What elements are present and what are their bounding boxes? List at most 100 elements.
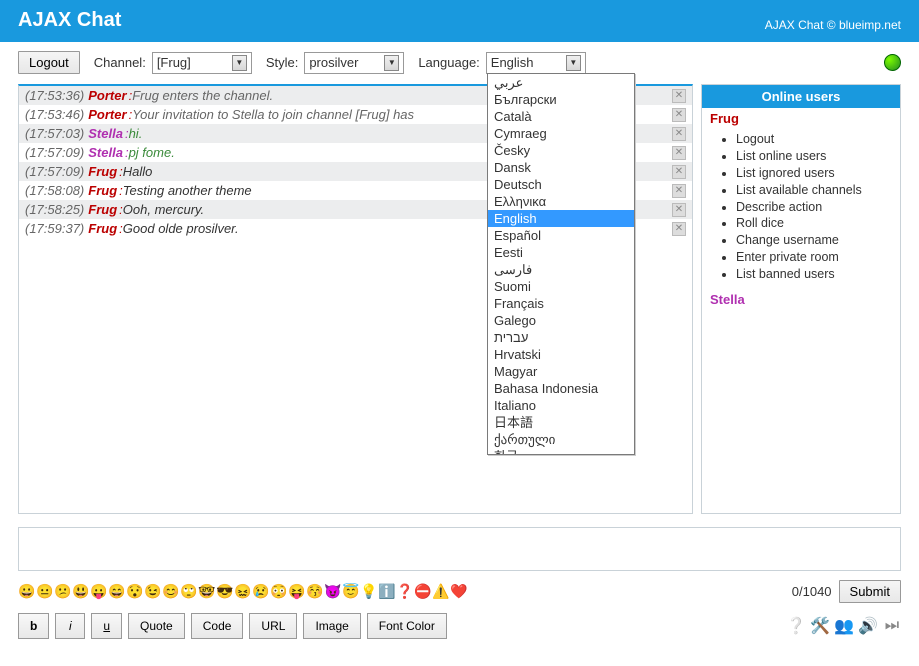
emoji-tongue-icon[interactable]: 😛 — [90, 583, 107, 600]
language-option[interactable]: ქართული — [488, 431, 634, 448]
language-select[interactable]: English▼ — [486, 52, 586, 74]
language-option[interactable]: فارسی — [488, 261, 634, 278]
user-menu-item[interactable]: List banned users — [736, 266, 900, 283]
message-user[interactable]: Porter — [88, 107, 126, 122]
emoji-warning-icon[interactable]: ⚠️ — [432, 583, 449, 600]
message-user[interactable]: Frug — [88, 183, 117, 198]
help-icon[interactable]: ❔ — [787, 617, 805, 635]
emoji-sad-icon[interactable]: 😕 — [54, 583, 71, 600]
emoji-surprised-icon[interactable]: 😯 — [126, 583, 143, 600]
emoji-bulb-icon[interactable]: 💡 — [360, 583, 377, 600]
message-input[interactable] — [19, 528, 900, 570]
emoji-wink-icon[interactable]: 😉 — [144, 583, 161, 600]
emoji-devil-icon[interactable]: 😈 — [324, 583, 341, 600]
user-menu-item[interactable]: List ignored users — [736, 165, 900, 182]
users-icon[interactable]: 👥 — [835, 617, 853, 635]
user-menu-item[interactable]: List available channels — [736, 182, 900, 199]
fontcolor-button[interactable]: Font Color — [367, 613, 447, 639]
user-menu-item[interactable]: Describe action — [736, 199, 900, 216]
delete-message-icon[interactable]: ✕ — [672, 184, 686, 198]
emoji-question-icon[interactable]: ❓ — [396, 583, 413, 600]
emoji-confused-icon[interactable]: 😖 — [234, 583, 251, 600]
delete-message-icon[interactable]: ✕ — [672, 165, 686, 179]
delete-message-icon[interactable]: ✕ — [672, 127, 686, 141]
user-menu-item[interactable]: Enter private room — [736, 249, 900, 266]
language-option[interactable]: Magyar — [488, 363, 634, 380]
emoji-noentry-icon[interactable]: ⛔ — [414, 583, 431, 600]
emoji-smile-icon[interactable]: 😀 — [18, 583, 35, 600]
sound-icon[interactable]: 🔊 — [859, 617, 877, 635]
image-button[interactable]: Image — [303, 613, 360, 639]
underline-button[interactable]: u — [91, 613, 122, 639]
language-option[interactable]: Eesti — [488, 244, 634, 261]
language-option[interactable]: Česky — [488, 142, 634, 159]
emoji-eyes-icon[interactable]: 🙄 — [180, 583, 197, 600]
credit-link[interactable]: AJAX Chat © blueimp.net — [765, 18, 901, 32]
emoji-kiss-icon[interactable]: 😚 — [306, 583, 323, 600]
delete-message-icon[interactable]: ✕ — [672, 89, 686, 103]
delete-message-icon[interactable]: ✕ — [672, 203, 686, 217]
language-option[interactable]: 한글 — [488, 448, 634, 454]
emoji-nerd-icon[interactable]: 🤓 — [198, 583, 215, 600]
style-select[interactable]: prosilver▼ — [304, 52, 404, 74]
emoji-heart-icon[interactable]: ❤️ — [450, 583, 467, 600]
emoji-laugh-icon[interactable]: 😄 — [108, 583, 125, 600]
language-option[interactable]: Français — [488, 295, 634, 312]
message-text: Hallo — [123, 164, 153, 179]
user-menu-item[interactable]: List online users — [736, 148, 900, 165]
language-option[interactable]: Italiano — [488, 397, 634, 414]
user-menu-item[interactable]: Roll dice — [736, 215, 900, 232]
language-option[interactable]: עברית — [488, 329, 634, 346]
language-option[interactable]: Bahasa Indonesia — [488, 380, 634, 397]
code-button[interactable]: Code — [191, 613, 244, 639]
user-menu-item[interactable]: Logout — [736, 131, 900, 148]
italic-button[interactable]: i — [55, 613, 85, 639]
emoji-tongue2-icon[interactable]: 😝 — [288, 583, 305, 600]
message-user[interactable]: Frug — [88, 164, 117, 179]
language-option[interactable]: Hrvatski — [488, 346, 634, 363]
delete-message-icon[interactable]: ✕ — [672, 146, 686, 160]
style-label: Style: — [266, 55, 299, 70]
user-menu-item[interactable]: Change username — [736, 232, 900, 249]
message-user[interactable]: Porter — [88, 88, 126, 103]
message-user[interactable]: Frug — [88, 221, 117, 236]
language-option[interactable]: Ελληνικα — [488, 193, 634, 210]
message-user[interactable]: Stella — [88, 126, 123, 141]
emoji-neutral-icon[interactable]: 😐 — [36, 583, 53, 600]
language-dropdown[interactable]: عربيБългарскиCatalàCymraegČeskyDanskDeut… — [487, 73, 635, 455]
emoji-cool-icon[interactable]: 😎 — [216, 583, 233, 600]
channel-select[interactable]: [Frug]▼ — [152, 52, 252, 74]
submit-button[interactable]: Submit — [839, 580, 901, 603]
quote-button[interactable]: Quote — [128, 613, 185, 639]
emoji-grin-icon[interactable]: 😃 — [72, 583, 89, 600]
delete-message-icon[interactable]: ✕ — [672, 222, 686, 236]
message-user[interactable]: Frug — [88, 202, 117, 217]
language-option[interactable]: English — [488, 210, 634, 227]
language-option[interactable]: Deutsch — [488, 176, 634, 193]
language-option[interactable]: Galego — [488, 312, 634, 329]
logout-button[interactable]: Logout — [18, 51, 80, 74]
language-option[interactable]: Suomi — [488, 278, 634, 295]
language-option[interactable]: عربي — [488, 74, 634, 91]
emoji-blush-icon[interactable]: 😳 — [270, 583, 287, 600]
language-option[interactable]: Български — [488, 91, 634, 108]
language-option[interactable]: Català — [488, 108, 634, 125]
message-user[interactable]: Stella — [88, 145, 123, 160]
online-user[interactable]: Stella — [702, 289, 900, 310]
bold-button[interactable]: b — [18, 613, 49, 639]
message-text: Your invitation to Stella to join channe… — [132, 107, 414, 122]
language-option[interactable]: 日本語 — [488, 414, 634, 431]
language-option[interactable]: Español — [488, 227, 634, 244]
emoji-happy-icon[interactable]: 😊 — [162, 583, 179, 600]
settings-icon[interactable]: 🛠️ — [811, 617, 829, 635]
delete-message-icon[interactable]: ✕ — [672, 108, 686, 122]
url-button[interactable]: URL — [249, 613, 297, 639]
emoji-cry-icon[interactable]: 😢 — [252, 583, 269, 600]
emoji-info-icon[interactable]: ℹ️ — [378, 583, 395, 600]
autoscroll-icon[interactable]: ⏭ — [883, 617, 901, 635]
language-option[interactable]: Cymraeg — [488, 125, 634, 142]
status-indicator-icon[interactable] — [884, 54, 901, 71]
emoji-angel-icon[interactable]: 😇 — [342, 583, 359, 600]
online-user[interactable]: Frug — [702, 108, 900, 129]
language-option[interactable]: Dansk — [488, 159, 634, 176]
